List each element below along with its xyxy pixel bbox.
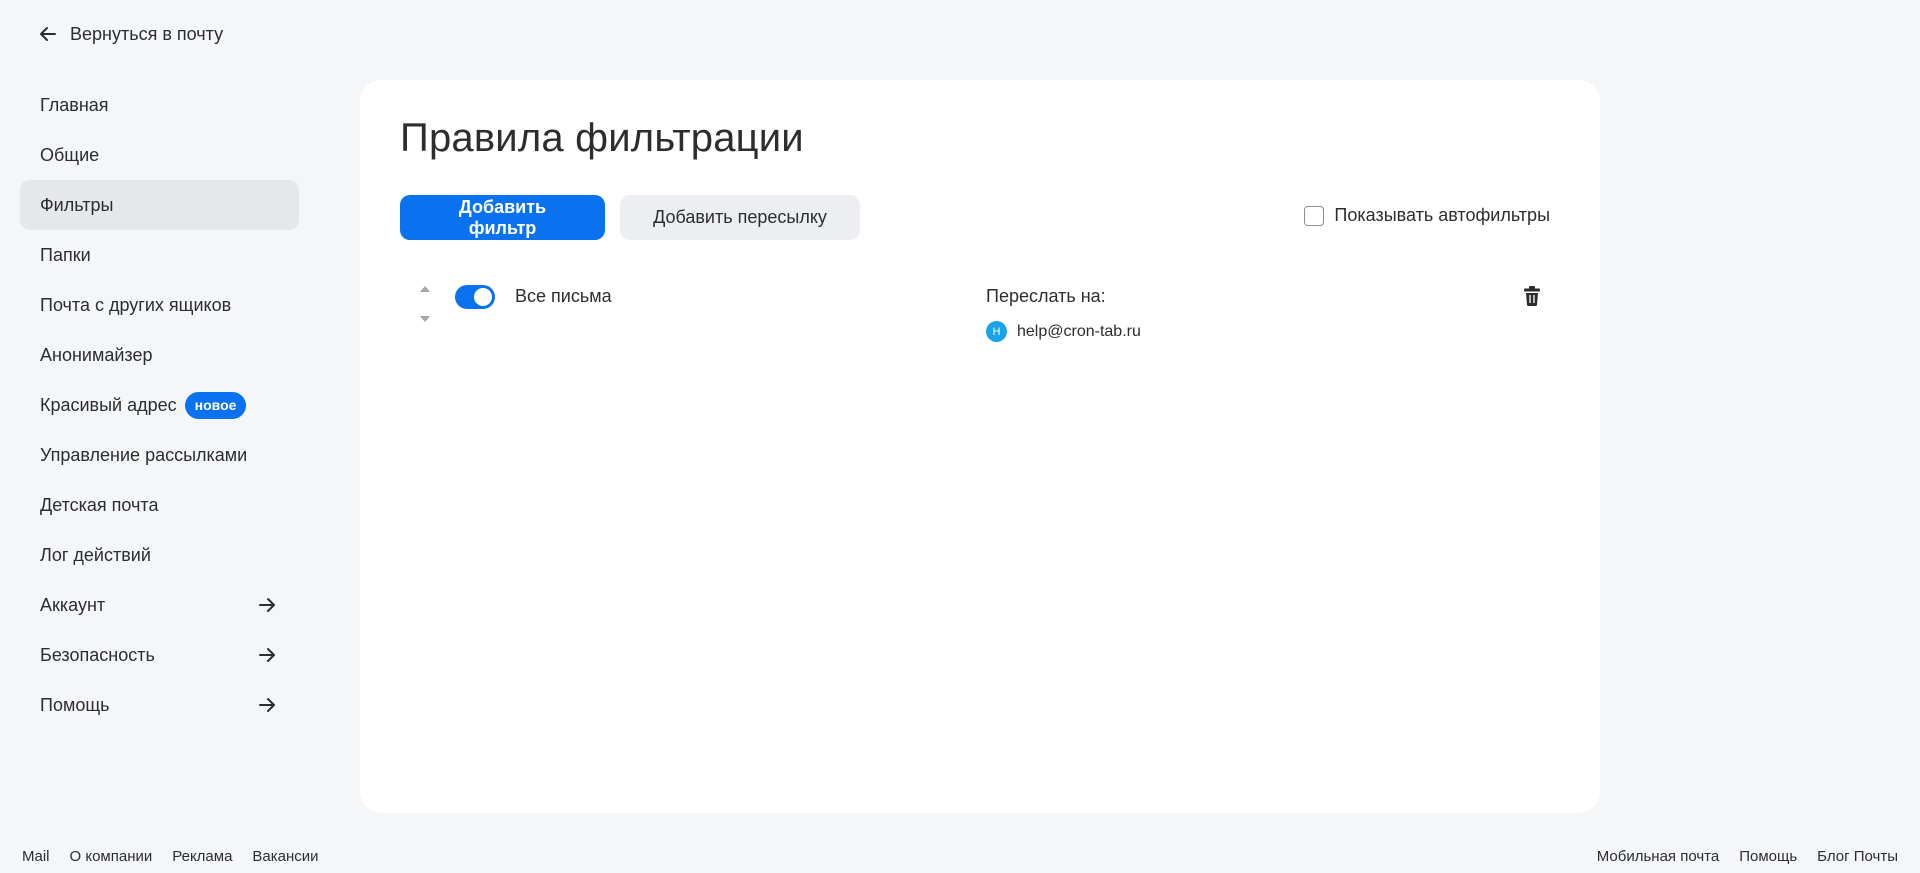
avatar: H xyxy=(986,321,1007,342)
sidebar-item-label: Главная xyxy=(40,94,109,115)
footer-link-mobile-mail[interactable]: Мобильная почта xyxy=(1597,848,1719,865)
sidebar-item-label: Безопасность xyxy=(40,644,155,665)
footer-right-links: Мобильная почта Помощь Блог Почты xyxy=(1597,848,1898,865)
arrow-right-icon xyxy=(259,698,275,712)
sidebar-item-label: Фильтры xyxy=(40,194,114,215)
add-forward-button[interactable]: Добавить пересылку xyxy=(620,195,860,240)
sidebar-item-label: Управление рассылками xyxy=(40,444,248,465)
footer-left-links: Mail О компании Реклама Вакансии xyxy=(22,848,319,865)
filter-rules-card: Правила фильтрации Добавить фильтр Добав… xyxy=(360,80,1600,813)
back-link-label: Вернуться в почту xyxy=(70,23,224,44)
sidebar-item-label: Лог действий xyxy=(40,544,151,565)
sidebar-item-anonymizer[interactable]: Анонимайзер xyxy=(20,330,299,380)
show-autofilters-label: Показывать автофильтры xyxy=(1334,205,1550,225)
footer-link-blog[interactable]: Блог Почты xyxy=(1817,848,1898,865)
new-badge: новое xyxy=(184,391,247,419)
sidebar-item-label: Общие xyxy=(40,144,100,165)
recipient-email: help@cron-tab.ru xyxy=(1017,322,1141,340)
add-filter-button[interactable]: Добавить фильтр xyxy=(400,195,605,240)
filter-enabled-toggle[interactable] xyxy=(455,285,495,309)
sidebar-item-general[interactable]: Общие xyxy=(20,130,299,180)
sidebar-item-label: Анонимайзер xyxy=(40,344,153,365)
sidebar-item-label: Аккаунт xyxy=(40,594,106,615)
sidebar-item-label: Детская почта xyxy=(40,494,159,515)
footer-link-jobs[interactable]: Вакансии xyxy=(252,848,318,865)
filter-row: Все письма Переслать на: H help@cron-tab… xyxy=(400,275,1560,355)
sidebar-item-activity-log[interactable]: Лог действий xyxy=(20,530,299,580)
move-down-icon[interactable] xyxy=(420,316,430,322)
settings-sidebar: Главная Общие Фильтры Папки Почта с друг… xyxy=(20,80,299,730)
sidebar-item-label: Помощь xyxy=(40,694,110,715)
back-to-mail-link[interactable]: Вернуться в почту xyxy=(38,20,223,48)
sidebar-item-security[interactable]: Безопасность xyxy=(20,630,299,680)
sidebar-item-account[interactable]: Аккаунт xyxy=(20,580,299,630)
footer-link-about[interactable]: О компании xyxy=(70,848,153,865)
show-autofilters-checkbox[interactable] xyxy=(1304,205,1325,226)
page-title: Правила фильтрации xyxy=(400,116,804,160)
filter-name: Все письма xyxy=(515,286,612,306)
forward-recipient: H help@cron-tab.ru xyxy=(986,321,1141,342)
show-autofilters-toggle[interactable]: Показывать автофильтры xyxy=(1304,205,1550,226)
footer-link-help[interactable]: Помощь xyxy=(1739,848,1797,865)
sidebar-item-subscriptions[interactable]: Управление рассылками xyxy=(20,430,299,480)
sidebar-item-help[interactable]: Помощь xyxy=(20,680,299,730)
arrow-right-icon xyxy=(259,598,275,612)
move-up-icon[interactable] xyxy=(420,286,430,292)
sidebar-item-other-mailboxes[interactable]: Почта с других ящиков xyxy=(20,280,299,330)
footer-link-ads[interactable]: Реклама xyxy=(172,848,232,865)
trash-icon[interactable] xyxy=(1522,285,1542,307)
footer-link-mail[interactable]: Mail xyxy=(22,848,50,865)
toggle-knob xyxy=(474,288,492,306)
forward-to-label: Переслать на: xyxy=(986,286,1106,306)
sidebar-item-kids-mail[interactable]: Детская почта xyxy=(20,480,299,530)
sidebar-item-label: Красивый адрес xyxy=(40,394,177,415)
arrow-right-icon xyxy=(259,648,275,662)
sidebar-item-folders[interactable]: Папки xyxy=(20,230,299,280)
sidebar-item-main[interactable]: Главная xyxy=(20,80,299,130)
sidebar-item-label: Папки xyxy=(40,244,91,265)
sidebar-item-custom-address[interactable]: Красивый адрес новое xyxy=(20,380,299,430)
sidebar-item-label: Почта с других ящиков xyxy=(40,294,232,315)
arrow-left-icon xyxy=(40,27,56,41)
sidebar-item-filters[interactable]: Фильтры xyxy=(20,180,299,230)
